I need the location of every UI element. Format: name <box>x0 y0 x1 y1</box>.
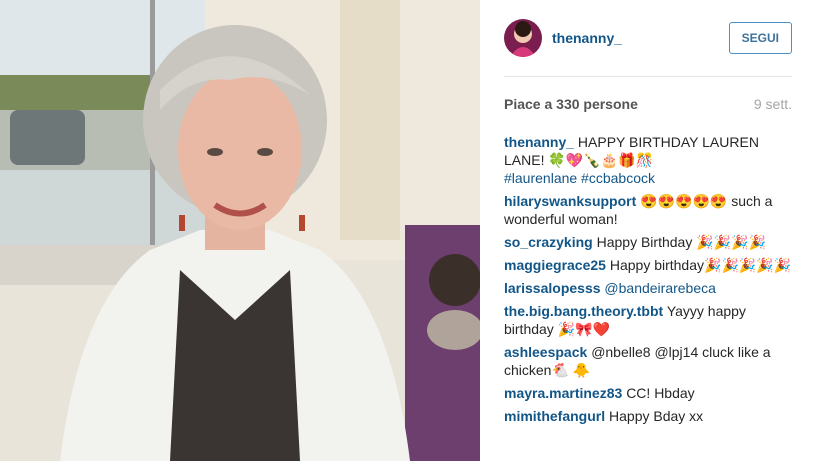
comment-hashtags[interactable]: #laurenlane #ccbabcock <box>504 170 655 186</box>
comment-username[interactable]: mayra.martinez83 <box>504 385 622 401</box>
likes-count[interactable]: Piace a 330 persone <box>504 96 638 112</box>
comment-item: larissalopesss @bandeirarebeca <box>504 279 792 297</box>
comment-text: Happy birthday🎉🎉🎉🎉🎉 <box>609 257 792 273</box>
likes-row: Piace a 330 persone 9 sett. <box>504 96 792 112</box>
post-image <box>0 0 480 461</box>
comment-username[interactable]: thenanny_ <box>504 134 574 150</box>
avatar-image <box>504 19 542 57</box>
comment-item: hilaryswanksupport 😍😍😍😍😍 such a wonderfu… <box>504 192 792 228</box>
comment-username[interactable]: the.big.bang.theory.tbbt <box>504 303 663 319</box>
comment-text: Happy Bday xx <box>609 408 704 424</box>
post-side-panel: thenanny_ SEGUI Piace a 330 persone 9 se… <box>480 0 814 461</box>
comment-username[interactable]: ashleespack <box>504 344 587 360</box>
avatar[interactable] <box>504 19 542 57</box>
comments-list: thenanny_ HAPPY BIRTHDAY LAUREN LANE! 🍀💖… <box>504 133 792 430</box>
post-header: thenanny_ SEGUI <box>504 16 792 60</box>
comment-item: mimithefangurl Happy Bday xx <box>504 407 792 425</box>
comment-username[interactable]: so_crazyking <box>504 234 593 250</box>
comment-mention[interactable]: @bandeirarebeca <box>604 280 716 296</box>
comment-text: Happy Birthday 🎉🎉🎉🎉 <box>596 234 766 250</box>
header-divider <box>504 76 792 77</box>
comment-item: maggiegrace25 Happy birthday🎉🎉🎉🎉🎉 <box>504 256 792 274</box>
comment-item: thenanny_ HAPPY BIRTHDAY LAUREN LANE! 🍀💖… <box>504 133 792 187</box>
follow-button[interactable]: SEGUI <box>728 22 792 54</box>
post-photo[interactable] <box>0 0 480 461</box>
comment-item: ashleespack @nbelle8 @lpj14 cluck like a… <box>504 343 792 379</box>
post-time[interactable]: 9 sett. <box>754 96 792 112</box>
comment-item: so_crazyking Happy Birthday 🎉🎉🎉🎉 <box>504 233 792 251</box>
comment-username[interactable]: larissalopesss <box>504 280 601 296</box>
comment-item: the.big.bang.theory.tbbt Yayyy happy bir… <box>504 302 792 338</box>
comment-username[interactable]: hilaryswanksupport <box>504 193 636 209</box>
comment-item: mayra.martinez83 CC! Hbday <box>504 384 792 402</box>
comment-text: CC! Hbday <box>626 385 695 401</box>
post-username[interactable]: thenanny_ <box>552 30 622 46</box>
comment-username[interactable]: maggiegrace25 <box>504 257 606 273</box>
comment-username[interactable]: mimithefangurl <box>504 408 605 424</box>
